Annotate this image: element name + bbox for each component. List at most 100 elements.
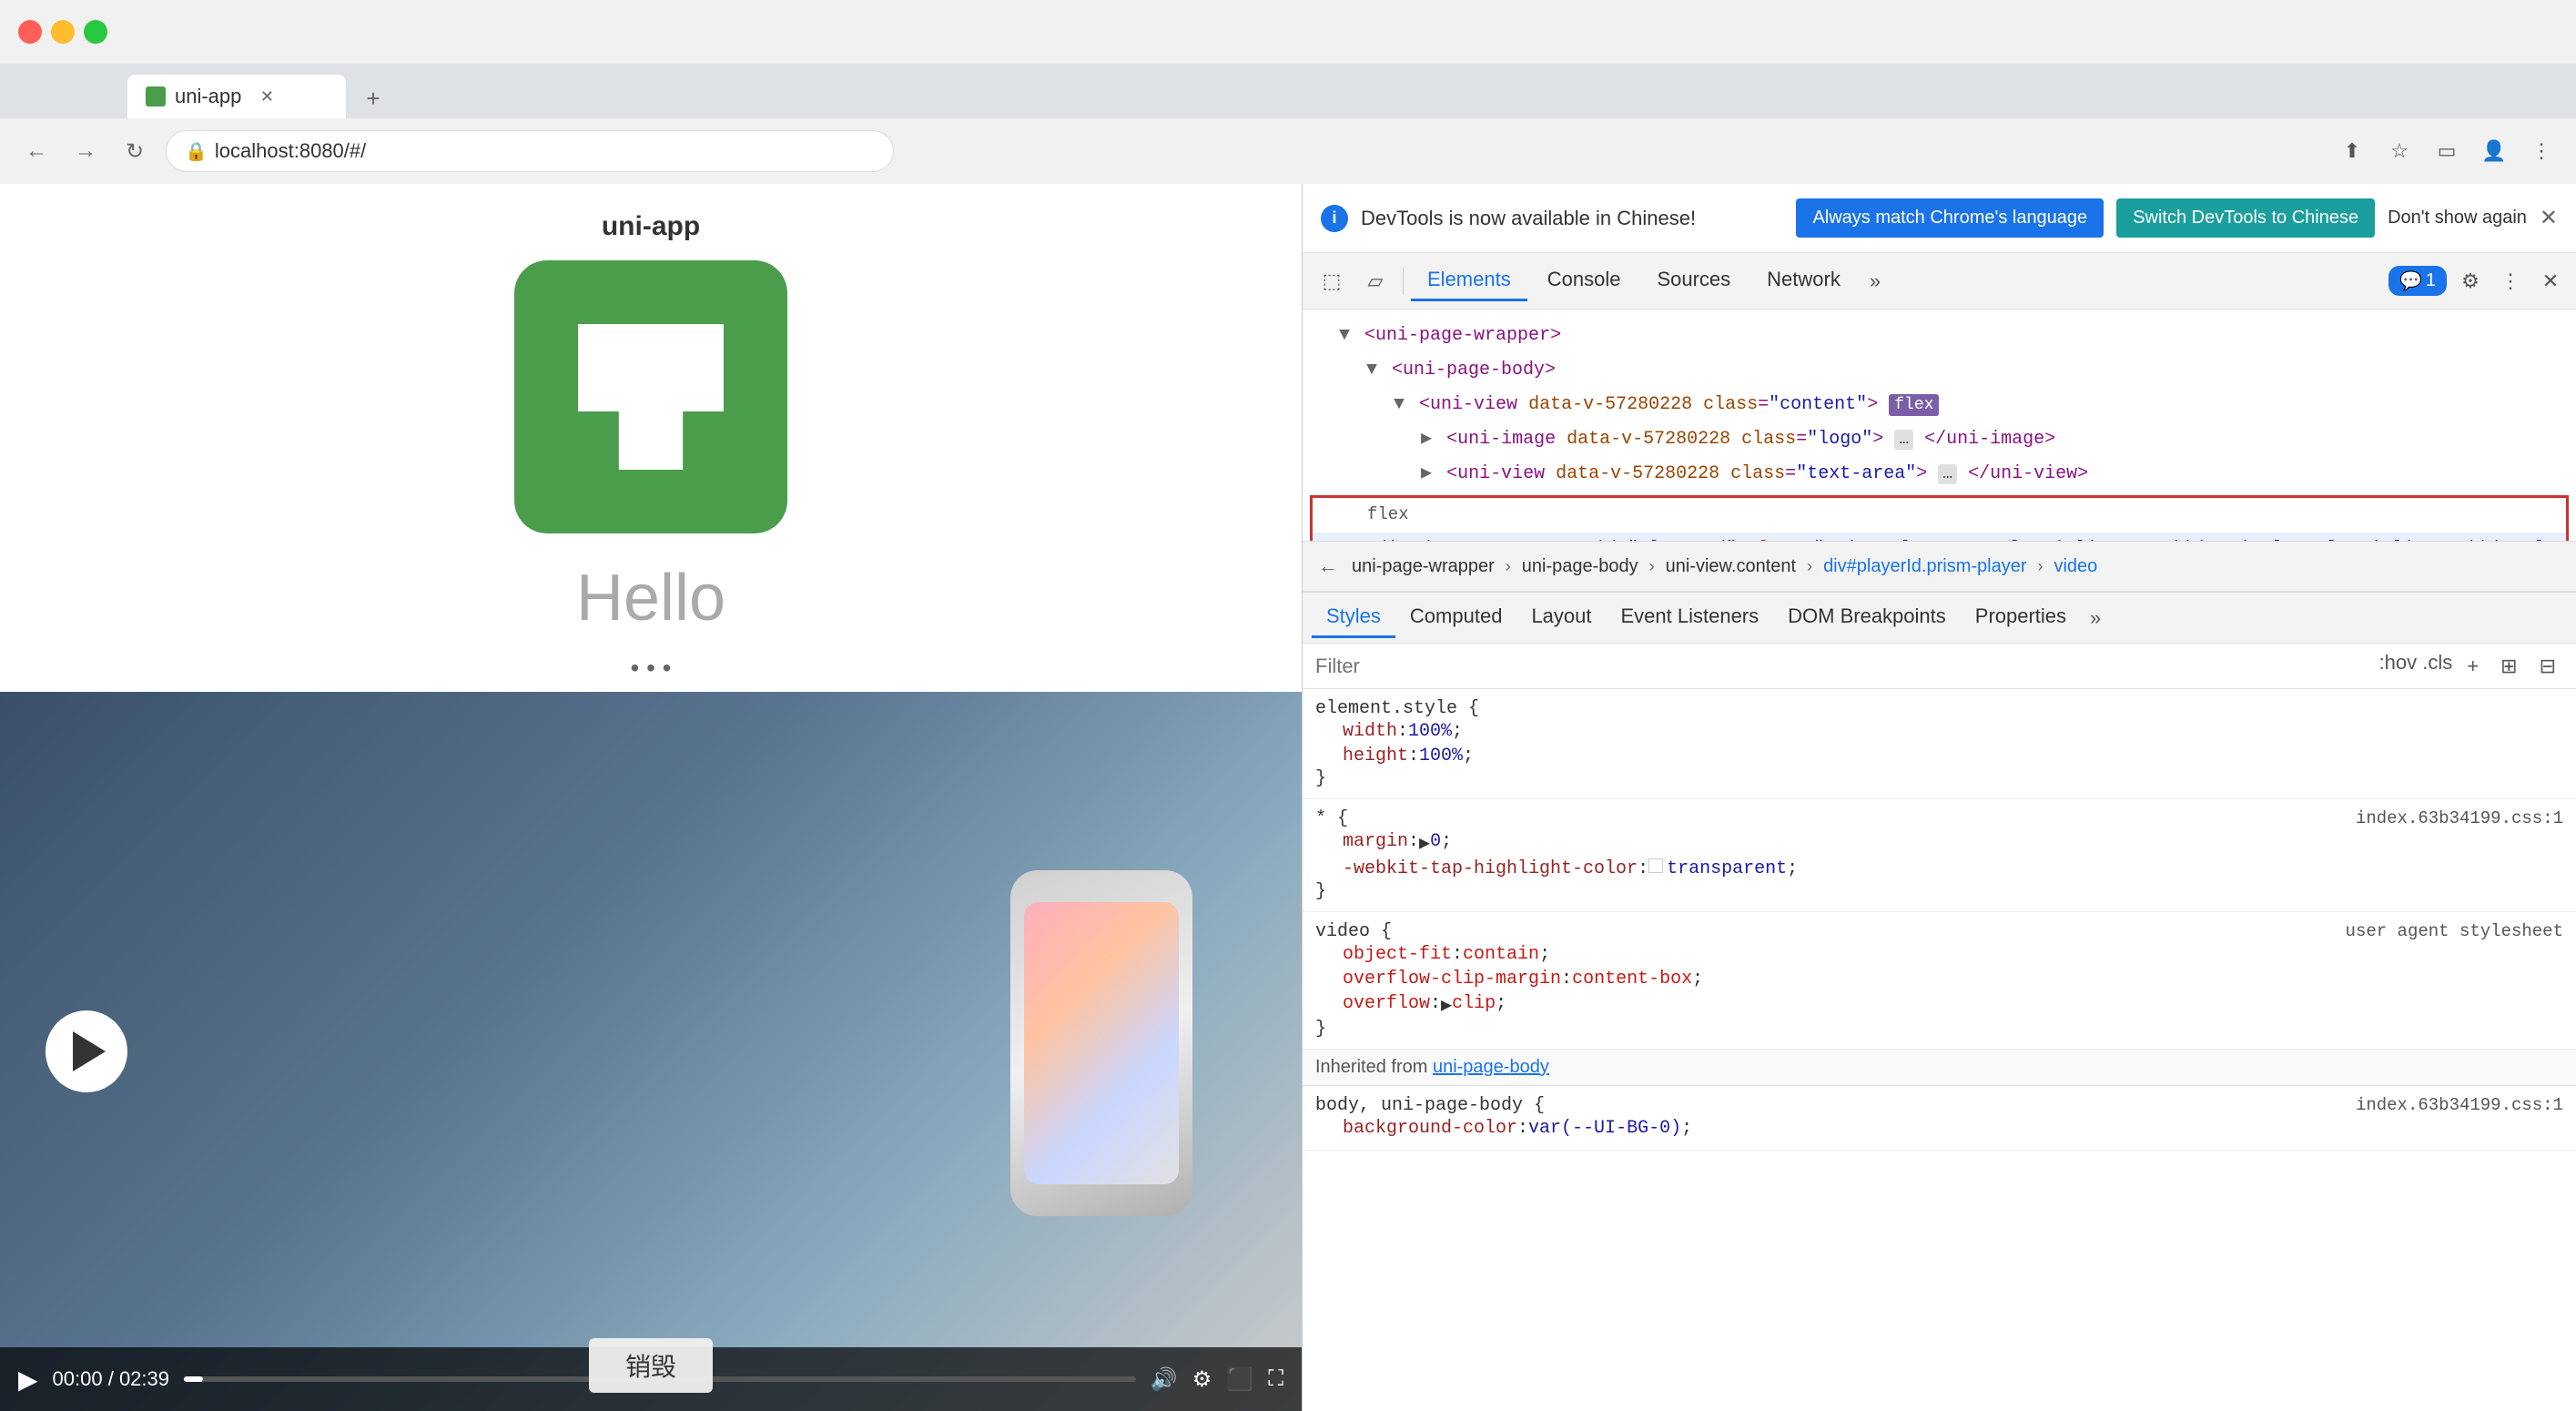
- forward-button[interactable]: →: [67, 133, 104, 169]
- breadcrumb-back[interactable]: ←: [1312, 550, 1344, 583]
- tab-dom-breakpoints[interactable]: DOM Breakpoints: [1773, 597, 1961, 638]
- close-button[interactable]: [18, 20, 42, 44]
- tab-more[interactable]: »: [2081, 599, 2110, 637]
- dont-show-link[interactable]: Don't show again: [2388, 208, 2527, 228]
- device-icon[interactable]: ▭: [2430, 135, 2463, 167]
- pseudo-state-button[interactable]: :hov .cls: [2379, 651, 2453, 682]
- new-style-rule-button[interactable]: ⊞: [2493, 651, 2524, 682]
- css-value: 0: [1430, 831, 1441, 855]
- breadcrumb-item-3[interactable]: div#playerId.prism-player: [1816, 553, 2033, 581]
- breadcrumb-separator: ›: [1649, 557, 1655, 576]
- tree-line[interactable]: ▼ <uni-page-wrapper>: [1303, 319, 2576, 353]
- tree-line[interactable]: flex: [1313, 498, 2566, 533]
- breadcrumb-item-1[interactable]: uni-page-body: [1515, 553, 1646, 581]
- tab-console[interactable]: Console: [1531, 260, 1638, 301]
- css-colon: :: [1408, 746, 1419, 766]
- new-tab-button[interactable]: +: [353, 78, 393, 118]
- tag-text: <uni-image data-v-57280228 class="logo">: [1446, 429, 1883, 450]
- css-source[interactable]: index.63b34199.css:1: [2356, 808, 2563, 829]
- tree-line[interactable]: ▼ <uni-page-body>: [1303, 353, 2576, 388]
- html-tree[interactable]: ▼ <uni-page-wrapper> ▼ <uni-page-body> ▼…: [1303, 310, 2576, 541]
- devtools-close-icon[interactable]: ✕: [2534, 265, 2567, 298]
- always-match-button[interactable]: Always match Chrome's language: [1796, 198, 2104, 238]
- device-mode-icon[interactable]: ▱: [1355, 261, 1395, 301]
- inherited-selector-link[interactable]: uni-page-body: [1433, 1057, 1549, 1077]
- title-bar: [0, 0, 2576, 64]
- breadcrumb-item-2[interactable]: uni-view.content: [1658, 553, 1803, 581]
- share-icon[interactable]: ⬆: [2336, 135, 2368, 167]
- notification-close-button[interactable]: ✕: [2540, 205, 2558, 231]
- breadcrumb-bar: ← uni-page-wrapper › uni-page-body › uni…: [1303, 541, 2576, 592]
- tab-sources[interactable]: Sources: [1640, 260, 1747, 301]
- add-rule-button[interactable]: +: [2459, 651, 2486, 682]
- tab-elements[interactable]: Elements: [1411, 260, 1527, 301]
- play-pause-button[interactable]: ▶: [18, 1365, 38, 1395]
- progress-fill: [184, 1376, 203, 1382]
- video-container: ▶ 00:00 / 02:39 🔊 ⚙ ⬛ ⛶: [0, 692, 1302, 1411]
- tab-properties[interactable]: Properties: [1961, 597, 2081, 638]
- css-triangle: ▶: [1441, 993, 1452, 1017]
- tab-computed[interactable]: Computed: [1395, 597, 1517, 638]
- tree-line[interactable]: ▶ <uni-image data-v-57280228 class="logo…: [1303, 422, 2576, 457]
- css-property: width: [1343, 721, 1397, 742]
- breadcrumb-separator: ›: [1807, 557, 1812, 576]
- css-value: clip: [1452, 993, 1496, 1017]
- ellipsis-badge: …: [1894, 430, 1913, 450]
- css-property-line: background-color : var(--UI-BG-0) ;: [1315, 1116, 2563, 1141]
- devtools-settings-icon[interactable]: ⚙: [2454, 265, 2487, 298]
- play-button[interactable]: [46, 1010, 127, 1092]
- volume-button[interactable]: 🔊: [1151, 1366, 1178, 1393]
- settings-button[interactable]: ⚙: [1192, 1366, 1212, 1393]
- breadcrumb-item-4[interactable]: video: [2046, 553, 2104, 581]
- tab-network[interactable]: Network: [1750, 260, 1857, 301]
- tab-layout[interactable]: Layout: [1516, 597, 1606, 638]
- tab-styles[interactable]: Styles: [1312, 597, 1395, 638]
- css-colon: :: [1638, 858, 1648, 879]
- tag-text: <uni-view data-v-57280228 class="content…: [1419, 394, 1878, 415]
- profile-icon[interactable]: 👤: [2478, 135, 2510, 167]
- app-logo: [514, 260, 787, 533]
- browser-tab[interactable]: uni-app ✕: [127, 75, 346, 118]
- traffic-lights: [18, 20, 107, 44]
- css-property: margin: [1343, 831, 1408, 855]
- css-semicolon: ;: [1452, 721, 1463, 742]
- tab-event-listeners[interactable]: Event Listeners: [1607, 597, 1774, 638]
- cc-button[interactable]: ⬛: [1226, 1366, 1253, 1393]
- css-property: object-fit: [1343, 944, 1452, 965]
- destroy-button[interactable]: 销毁: [589, 1338, 713, 1393]
- devtools-panel: i DevTools is now available in Chinese! …: [1302, 184, 2576, 1411]
- page-content: uni-app Hello • • •: [0, 184, 1302, 1411]
- styles-panel: Styles Computed Layout Event Listeners D…: [1303, 592, 2576, 1411]
- switch-devtools-button[interactable]: Switch DevTools to Chinese: [2116, 198, 2375, 238]
- css-rule-video: video { user agent stylesheet object-fit…: [1303, 912, 2576, 1050]
- css-property-line: width : 100% ;: [1315, 719, 2563, 744]
- play-icon: [73, 1031, 106, 1071]
- css-semicolon: ;: [1496, 993, 1506, 1017]
- filter-input[interactable]: [1315, 655, 2370, 678]
- tab-more[interactable]: »: [1861, 262, 1890, 300]
- phone-overlay: [992, 719, 1211, 1366]
- back-button[interactable]: ←: [18, 133, 55, 169]
- css-source[interactable]: index.63b34199.css:1: [2356, 1095, 2563, 1116]
- expand-arrow: ▼: [1366, 360, 1377, 381]
- css-property-line: overflow-clip-margin : content-box ;: [1315, 967, 2563, 991]
- refresh-button[interactable]: ↻: [117, 133, 153, 169]
- breadcrumb-item-0[interactable]: uni-page-wrapper: [1344, 553, 1502, 581]
- fullscreen-button[interactable]: ⛶: [1268, 1366, 1283, 1392]
- menu-icon[interactable]: ⋮: [2525, 135, 2558, 167]
- tree-line-selected[interactable]: ▼ <div data-v-57280228 id="playerId" cla…: [1313, 533, 2566, 541]
- rule-header: body, uni-page-body { index.63b34199.css…: [1315, 1095, 2563, 1116]
- maximize-button[interactable]: [84, 20, 107, 44]
- tree-line[interactable]: ▼ <uni-view data-v-57280228 class="conte…: [1303, 388, 2576, 422]
- minimize-button[interactable]: [51, 20, 75, 44]
- inspect-element-icon[interactable]: ⬚: [1312, 261, 1352, 301]
- toolbar-separator: [1403, 268, 1404, 295]
- address-bar[interactable]: 🔒 localhost:8080/#/: [166, 130, 894, 172]
- color-swatch[interactable]: [1648, 858, 1663, 873]
- expand-arrow: ▼: [1339, 325, 1350, 346]
- tab-close-button[interactable]: ✕: [258, 87, 276, 106]
- refresh-styles-button[interactable]: ⊟: [2532, 651, 2563, 682]
- devtools-more-icon[interactable]: ⋮: [2494, 265, 2527, 298]
- bookmark-icon[interactable]: ☆: [2383, 135, 2416, 167]
- tree-line[interactable]: ▶ <uni-view data-v-57280228 class="text-…: [1303, 457, 2576, 492]
